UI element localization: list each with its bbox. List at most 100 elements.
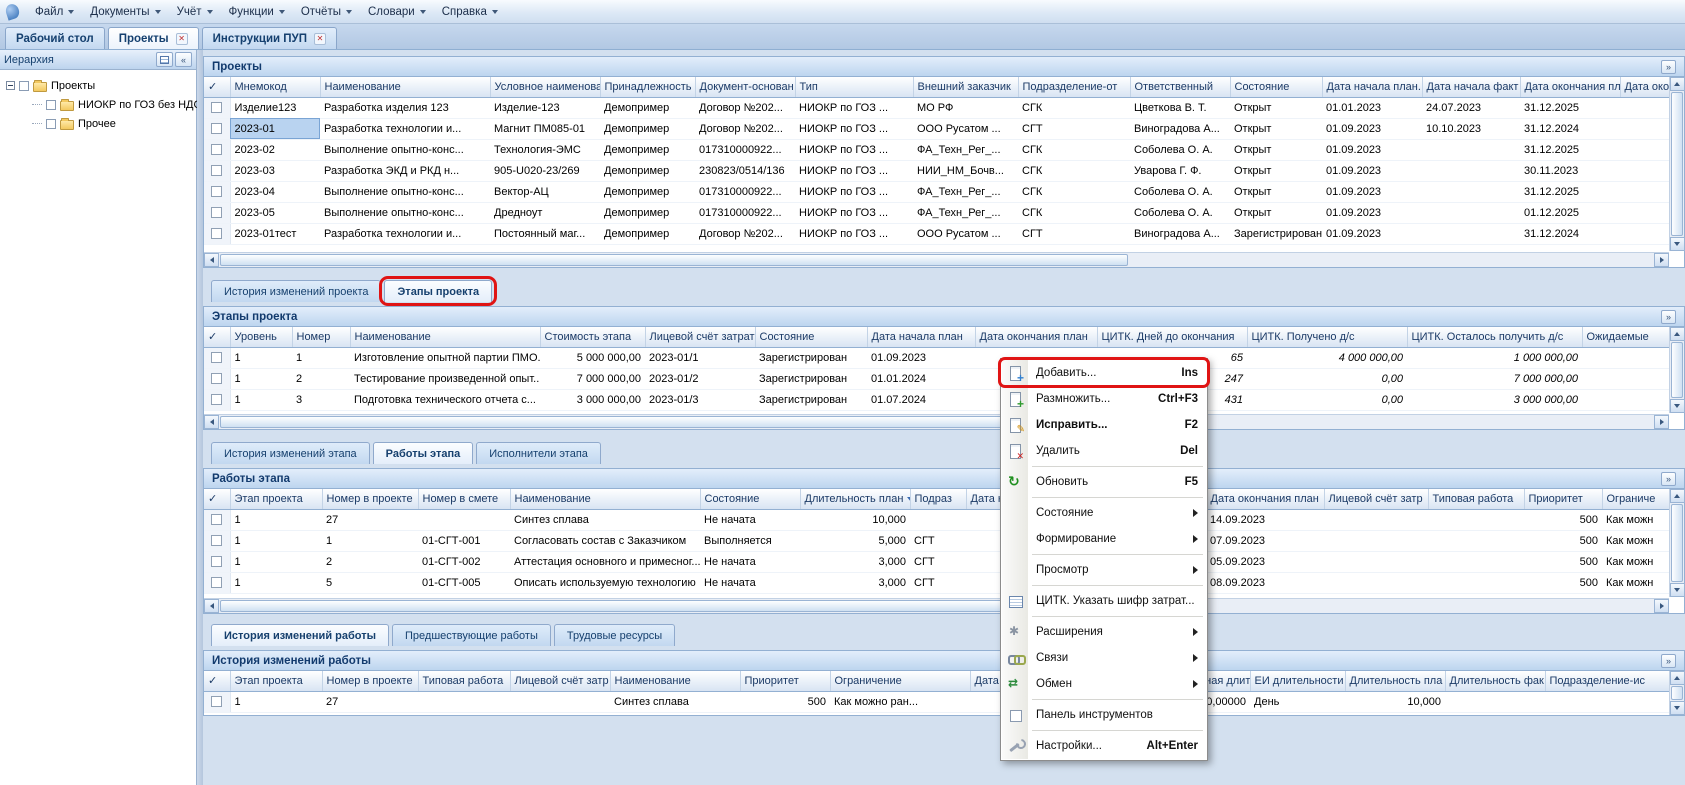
- table-cell[interactable]: 10,000: [1345, 691, 1445, 712]
- table-cell[interactable]: СГТ: [910, 572, 966, 593]
- column-header[interactable]: Наименование: [610, 671, 740, 691]
- table-cell[interactable]: 3: [292, 389, 350, 410]
- column-header[interactable]: Состояние: [1230, 77, 1322, 97]
- table-cell[interactable]: НИОКР по ГОЗ ...: [795, 181, 913, 202]
- table-cell[interactable]: 5 000 000,00: [540, 347, 645, 368]
- table-cell[interactable]: 10.10.2023: [1422, 118, 1520, 139]
- table-cell[interactable]: Соболева О. А.: [1130, 181, 1230, 202]
- table-cell[interactable]: 01.07.2024: [867, 389, 975, 410]
- tab-labor-resources[interactable]: Трудовые ресурсы: [554, 624, 675, 646]
- column-header[interactable]: ✓: [204, 327, 230, 347]
- column-header[interactable]: Состояние: [755, 327, 867, 347]
- menu-item-links[interactable]: Связи: [1002, 645, 1206, 671]
- horizontal-scrollbar[interactable]: [204, 414, 1669, 429]
- column-header[interactable]: Дата начала план.: [1322, 77, 1422, 97]
- table-cell[interactable]: СГТ: [910, 551, 966, 572]
- table-row[interactable]: 11Изготовление опытной партии ПМО...5 00…: [204, 347, 1669, 368]
- table-cell[interactable]: Выполнение опытно-конс...: [320, 139, 490, 160]
- scrollbar-thumb[interactable]: [220, 600, 1128, 612]
- table-cell[interactable]: 31.12.2024: [1520, 223, 1620, 244]
- column-header[interactable]: Подразделение-ис: [1545, 671, 1669, 691]
- table-cell[interactable]: [1582, 368, 1669, 389]
- row-checkbox[interactable]: [211, 373, 222, 384]
- tree-item[interactable]: Проекты: [2, 76, 194, 95]
- table-row[interactable]: 13Подготовка технического отчета с...3 0…: [204, 389, 1669, 410]
- table-cell[interactable]: 2023-03: [230, 160, 320, 181]
- table-cell[interactable]: 0,00: [1247, 389, 1407, 410]
- table-cell[interactable]: Синтез сплава: [610, 691, 740, 712]
- table-cell[interactable]: 905-U020-23/269: [490, 160, 600, 181]
- table-cell[interactable]: СГК: [1018, 181, 1130, 202]
- row-checkbox[interactable]: [211, 144, 222, 155]
- table-cell[interactable]: СГТ: [1018, 223, 1130, 244]
- table-cell[interactable]: [1620, 118, 1669, 139]
- row-checkbox[interactable]: [211, 514, 222, 525]
- table-cell[interactable]: Демопример: [600, 118, 695, 139]
- table-cell[interactable]: 31.12.2025: [1520, 181, 1620, 202]
- table-cell[interactable]: ООО Русатом ...: [913, 223, 1018, 244]
- table-cell[interactable]: 1: [322, 530, 418, 551]
- table-cell[interactable]: 3,000: [800, 572, 910, 593]
- table-cell[interactable]: 5: [322, 572, 418, 593]
- table-cell[interactable]: 017310000922...: [695, 181, 795, 202]
- table-cell[interactable]: 4 000 000,00: [1247, 347, 1407, 368]
- scrollbar-thumb[interactable]: [220, 416, 1128, 428]
- column-header[interactable]: Мнемокод: [230, 77, 320, 97]
- table-cell[interactable]: Соболева О. А.: [1130, 202, 1230, 223]
- column-header[interactable]: ЕИ длительности: [1250, 671, 1345, 691]
- row-checkbox[interactable]: [211, 577, 222, 588]
- table-cell[interactable]: Разработка изделия 123: [320, 97, 490, 118]
- table-cell[interactable]: Выполняется: [700, 530, 800, 551]
- scroll-up-button[interactable]: [1670, 671, 1685, 685]
- table-cell[interactable]: [1422, 160, 1520, 181]
- table-cell[interactable]: [910, 509, 966, 530]
- column-header[interactable]: Номер в проекте: [322, 671, 418, 691]
- scrollbar-thumb[interactable]: [220, 254, 1128, 266]
- column-header[interactable]: Длительность фак: [1445, 671, 1545, 691]
- table-cell[interactable]: ФА_Техн_Рег_...: [913, 139, 1018, 160]
- menu-item-state[interactable]: Состояние: [1002, 500, 1206, 526]
- table-cell[interactable]: 3 000 000,00: [1407, 389, 1582, 410]
- menu-item-settings[interactable]: Настройки...Alt+Enter: [1002, 733, 1206, 759]
- table-cell[interactable]: 2: [292, 368, 350, 389]
- scroll-right-button[interactable]: [1654, 253, 1669, 267]
- table-row[interactable]: 2023-02Выполнение опытно-конс...Технолог…: [204, 139, 1669, 160]
- table-cell[interactable]: 14.09.2023: [1206, 509, 1324, 530]
- row-checkbox[interactable]: [211, 535, 222, 546]
- table-cell[interactable]: 27: [322, 691, 418, 712]
- table-cell[interactable]: Аттестация основного и примесног...: [510, 551, 700, 572]
- expander-icon[interactable]: [6, 81, 15, 90]
- column-header[interactable]: Номер в смете: [418, 489, 510, 509]
- scroll-right-button[interactable]: [1654, 415, 1669, 429]
- table-cell[interactable]: Магнит ПМ085-01: [490, 118, 600, 139]
- table-cell[interactable]: Не начата: [700, 572, 800, 593]
- scrollbar-thumb[interactable]: [1671, 504, 1683, 582]
- table-cell[interactable]: Выполнение опытно-конс...: [320, 181, 490, 202]
- table-cell[interactable]: 01.09.2023: [1322, 223, 1422, 244]
- row-checkbox[interactable]: [211, 102, 222, 113]
- tab-projects[interactable]: Проекты✕: [108, 27, 199, 49]
- table-cell[interactable]: [1422, 223, 1520, 244]
- table-cell[interactable]: Демопример: [600, 139, 695, 160]
- table-cell[interactable]: СГТ: [1018, 118, 1130, 139]
- table-cell[interactable]: Технология-ЭМС: [490, 139, 600, 160]
- table-cell[interactable]: День: [1250, 691, 1345, 712]
- column-header[interactable]: Приоритет: [740, 671, 830, 691]
- column-header[interactable]: Тип: [795, 77, 913, 97]
- tree-checkbox[interactable]: [46, 100, 56, 110]
- table-cell[interactable]: 5,000: [800, 530, 910, 551]
- table-cell[interactable]: 500: [1524, 551, 1602, 572]
- column-header[interactable]: Приоритет: [1524, 489, 1602, 509]
- table-cell[interactable]: [1620, 223, 1669, 244]
- column-header[interactable]: Ответственный: [1130, 77, 1230, 97]
- table-cell[interactable]: [1620, 139, 1669, 160]
- table-cell[interactable]: Открыт: [1230, 160, 1322, 181]
- table-cell[interactable]: 01-СГТ-001: [418, 530, 510, 551]
- menubar-item[interactable]: Отчёты: [293, 2, 360, 22]
- scroll-up-button[interactable]: [1670, 327, 1685, 341]
- table-cell[interactable]: 01.09.2023: [1322, 181, 1422, 202]
- table-cell[interactable]: Договор №202...: [695, 97, 795, 118]
- scrollbar-thumb[interactable]: [1671, 92, 1683, 236]
- table-cell[interactable]: Цветкова В. Т.: [1130, 97, 1230, 118]
- table-cell[interactable]: Выполнение опытно-конс...: [320, 202, 490, 223]
